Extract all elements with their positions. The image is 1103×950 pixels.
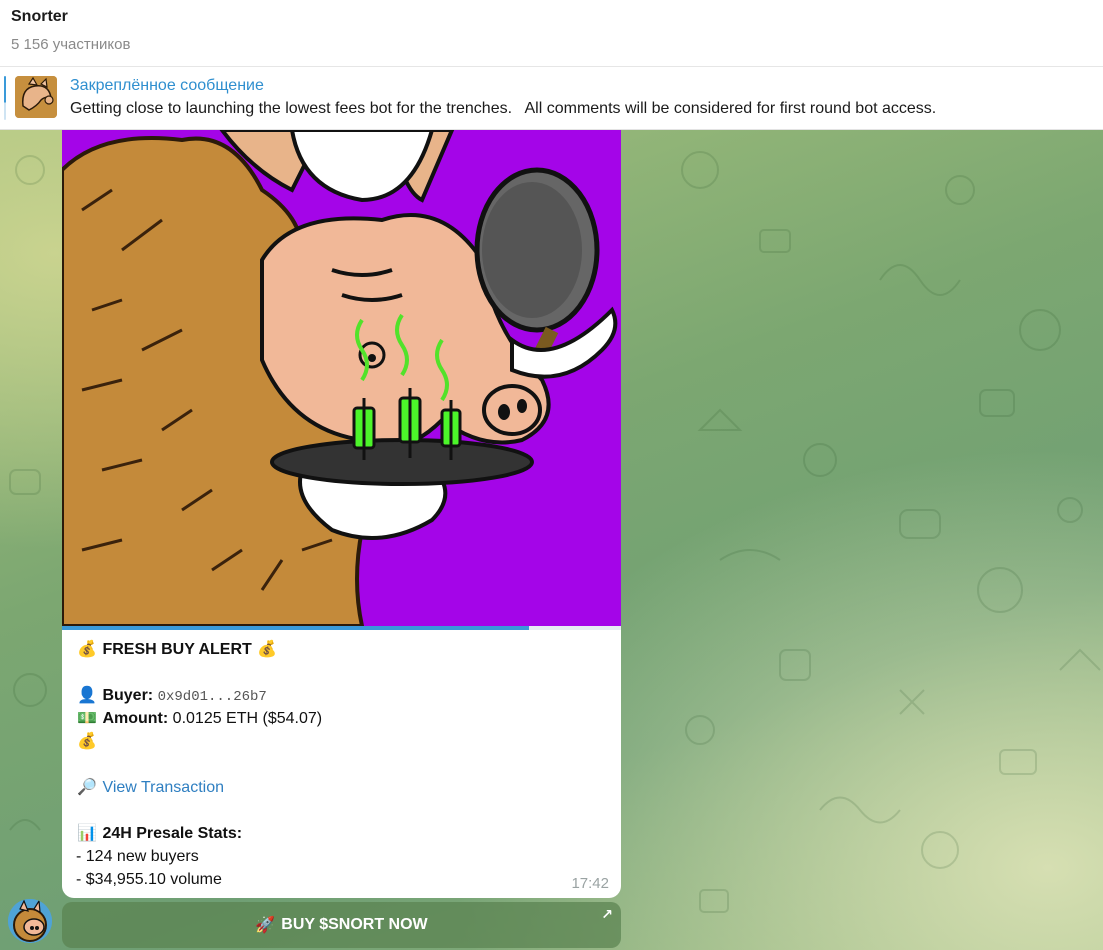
stats-line: - $34,955.10 volume xyxy=(76,871,222,888)
member-count: 5 156 участников xyxy=(11,36,131,53)
amount-value: 0.0125 ETH ($54.07) xyxy=(172,710,323,727)
chat-header[interactable]: Snorter 5 156 участников xyxy=(0,0,1103,67)
external-link-icon: ↗ xyxy=(601,906,613,922)
alert-title: FRESH BUY ALERT xyxy=(102,641,252,658)
media-progress-fill xyxy=(62,626,529,630)
pinned-text: Getting close to launching the lowest fe… xyxy=(70,100,937,117)
message-time: 17:42 xyxy=(571,875,609,892)
message-text: 💰 FRESH BUY ALERT 💰 👤 Buyer: 0x9d01...26… xyxy=(76,638,616,891)
chart-icon: 📊 xyxy=(77,825,97,842)
message-bubble[interactable]: 💰 FRESH BUY ALERT 💰 👤 Buyer: 0x9d01...26… xyxy=(62,130,621,898)
pin-thumbnail xyxy=(15,76,57,118)
pinned-message-bar[interactable]: Закреплённое сообщение Getting close to … xyxy=(0,67,1103,130)
amount-label: Amount: xyxy=(102,710,169,727)
bust-icon: 👤 xyxy=(77,687,97,704)
money-bag-icon: 💰 xyxy=(257,641,278,658)
buyer-label: Buyer: xyxy=(102,687,154,704)
money-icon: 💵 xyxy=(77,710,97,727)
buy-button[interactable]: 🚀 BUY $SNORT NOW ↗ xyxy=(62,902,621,948)
pinned-indicator xyxy=(4,76,6,120)
money-bag-icon: 💰 xyxy=(77,733,97,750)
stats-line: - 124 new buyers xyxy=(76,848,199,865)
chat-title[interactable]: Snorter xyxy=(11,8,68,26)
stats-title: 24H Presale Stats: xyxy=(102,825,243,842)
message-image[interactable] xyxy=(62,130,621,626)
pinned-title: Закреплённое сообщение xyxy=(70,77,264,94)
magnifier-icon: 🔎 xyxy=(77,779,97,796)
rocket-icon: 🚀 xyxy=(255,917,276,934)
money-bag-icon: 💰 xyxy=(77,641,97,658)
buyer-address[interactable]: 0x9d01...26b7 xyxy=(158,689,267,705)
view-transaction-link[interactable]: View Transaction xyxy=(102,779,224,796)
buy-button-label: BUY $SNORT NOW xyxy=(281,916,428,933)
sender-avatar[interactable] xyxy=(8,899,52,943)
media-progress-bar xyxy=(62,626,621,630)
